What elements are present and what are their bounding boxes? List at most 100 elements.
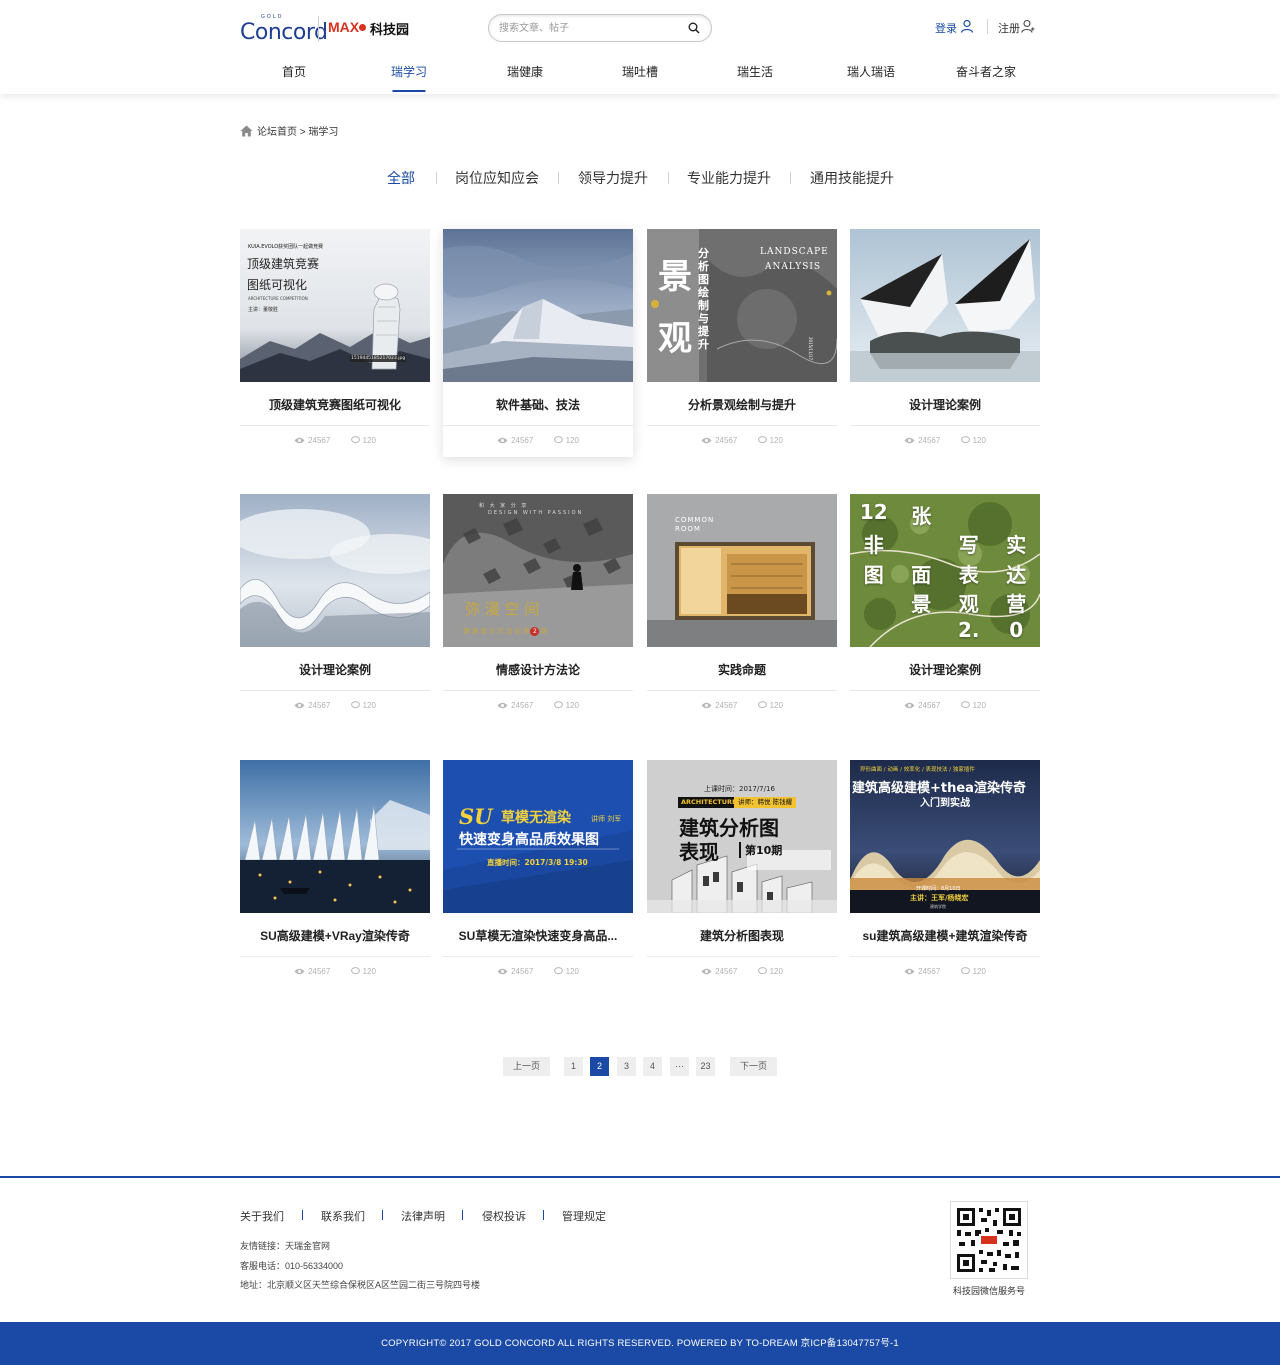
- eye-icon: [904, 437, 915, 444]
- thumb-grid-char: 表: [958, 562, 979, 587]
- next-page-button[interactable]: 下一页: [730, 1057, 777, 1076]
- thumb-grid-char: 2.: [957, 617, 980, 642]
- course-thumbnail[interactable]: 景 观 分析图绘制与提升 LANDSCAPE ANALYSIS 2015/11/…: [647, 229, 837, 382]
- course-thumbnail[interactable]: 12 张 非 写 实 图 面 表 达 景 观 营 2. 0: [850, 494, 1040, 647]
- footer-link-rules[interactable]: 管理规定: [562, 1208, 606, 1224]
- comment-icon: [757, 967, 767, 975]
- page-button[interactable]: 3: [617, 1057, 636, 1076]
- nav-item-learning[interactable]: 瑞学习: [391, 63, 427, 94]
- course-thumbnail[interactable]: SU 草模无渲染 讲师 刘军 快速变身高品质效果图 直播时间：2017/3/8 …: [443, 760, 633, 913]
- concord-logo[interactable]: GOLD Concord: [240, 14, 328, 45]
- search-icon[interactable]: [688, 22, 700, 34]
- comment-icon: [757, 701, 767, 709]
- course-thumbnail[interactable]: [240, 760, 430, 913]
- course-card[interactable]: 异形曲面 / 动画 / 效率化 / 表现技法 / 独家插件 建筑高级建模+the…: [850, 760, 1040, 988]
- login-link[interactable]: 登录: [935, 20, 957, 36]
- breadcrumb-home[interactable]: 论坛首页: [257, 127, 297, 138]
- card-title[interactable]: SU草模无渲染快速变身高品...: [443, 927, 633, 944]
- comment-count-value: 120: [972, 701, 986, 710]
- tab-all[interactable]: 全部: [387, 168, 415, 188]
- nav-item-life[interactable]: 瑞生活: [737, 63, 773, 94]
- course-card[interactable]: 软件基础、技法 24567 120: [443, 229, 633, 457]
- course-card[interactable]: 设计理论案例 24567 120: [850, 229, 1040, 457]
- tab-professional[interactable]: 专业能力提升: [687, 168, 771, 188]
- course-card[interactable]: 景 观 分析图绘制与提升 LANDSCAPE ANALYSIS 2015/11/…: [647, 229, 837, 457]
- card-title[interactable]: 建筑分析图表现: [647, 927, 837, 944]
- course-thumbnail[interactable]: 异形曲面 / 动画 / 效率化 / 表现技法 / 独家插件 建筑高级建模+the…: [850, 760, 1040, 913]
- course-thumbnail[interactable]: [443, 229, 633, 382]
- page-button[interactable]: 1: [564, 1057, 583, 1076]
- comment-count-value: 120: [362, 701, 376, 710]
- tab-general-skills[interactable]: 通用技能提升: [810, 168, 894, 188]
- wechat-qr-code: [950, 1201, 1028, 1279]
- max-logo[interactable]: MAX: [328, 19, 368, 35]
- course-card[interactable]: SU高级建模+VRay渲染传奇 24567 120: [240, 760, 430, 988]
- nav-item-health[interactable]: 瑞健康: [507, 63, 543, 94]
- card-title[interactable]: 情感设计方法论: [443, 661, 633, 678]
- view-count-value: 24567: [308, 701, 331, 710]
- course-card[interactable]: 设计理论案例 24567 120: [240, 494, 430, 722]
- tab-leadership[interactable]: 领导力提升: [578, 168, 648, 188]
- card-title[interactable]: 设计理论案例: [850, 661, 1040, 678]
- course-thumbnail[interactable]: KUIA.EVOLO获奖团队一起做竞赛 顶级建筑竞赛 图纸可视化 ARCHITE…: [240, 229, 430, 382]
- course-card[interactable]: SU 草模无渲染 讲师 刘军 快速变身高品质效果图 直播时间：2017/3/8 …: [443, 760, 633, 988]
- card-title[interactable]: 顶级建筑竞赛图纸可视化: [240, 396, 430, 413]
- card-title[interactable]: 软件基础、技法: [443, 396, 633, 413]
- page-button[interactable]: 23: [696, 1057, 715, 1076]
- comment-count-value: 120: [362, 436, 376, 445]
- card-title[interactable]: 设计理论案例: [850, 396, 1040, 413]
- nav-item-home[interactable]: 首页: [282, 63, 306, 94]
- friend-links[interactable]: 友情链接：天瑞金官网: [240, 1239, 330, 1252]
- search-box[interactable]: [488, 14, 712, 42]
- thumb-heading-2: 入门到实战: [920, 798, 970, 809]
- course-thumbnail[interactable]: COMMON ROOM: [647, 494, 837, 647]
- tab-position-knowledge[interactable]: 岗位应知应会: [455, 168, 539, 188]
- home-icon[interactable]: [240, 125, 253, 137]
- course-card[interactable]: KUIA.EVOLO获奖团队一起做竞赛 顶级建筑竞赛 图纸可视化 ARCHITE…: [240, 229, 430, 457]
- nav-item-complain[interactable]: 瑞吐槽: [622, 63, 658, 94]
- course-thumbnail[interactable]: [850, 229, 1040, 382]
- card-title[interactable]: 实践命题: [647, 661, 837, 678]
- card-divider: [647, 690, 837, 691]
- card-title[interactable]: SU高级建模+VRay渲染传奇: [240, 927, 430, 944]
- footer-link-separator: [382, 1210, 383, 1220]
- breadcrumb: 论坛首页 > 瑞学习: [240, 123, 338, 138]
- card-title[interactable]: 分析景观绘制与提升: [647, 396, 837, 413]
- course-thumbnail[interactable]: 上课时间：2017/7/16 ARCHITECTURE 讲师：韩悦 陈钱耀 建筑…: [647, 760, 837, 913]
- view-count: 24567: [904, 967, 940, 976]
- course-thumbnail[interactable]: [240, 494, 430, 647]
- view-count: 24567: [294, 701, 330, 710]
- course-thumbnail[interactable]: 和 大 家 分 享 DESIGN WITH PASSION 弥 漫 空 间 情 …: [443, 494, 633, 647]
- eye-icon: [294, 702, 305, 709]
- nav-item-strivers[interactable]: 奋斗者之家: [956, 63, 1016, 94]
- register-link[interactable]: 注册: [998, 20, 1020, 36]
- view-count-value: 24567: [715, 701, 738, 710]
- page-button-current[interactable]: 2: [590, 1057, 609, 1076]
- footer-link-about[interactable]: 关于我们: [240, 1208, 284, 1224]
- card-divider: [850, 690, 1040, 691]
- prev-page-button[interactable]: 上一页: [503, 1057, 550, 1076]
- eye-icon: [497, 968, 508, 975]
- thumb-grid-char: 达: [1006, 562, 1027, 587]
- card-title[interactable]: su建筑高级建模+建筑渲染传奇: [850, 927, 1040, 944]
- card-stats: 24567 120: [240, 436, 430, 445]
- user-icon[interactable]: [960, 19, 974, 33]
- course-card[interactable]: 12 张 非 写 实 图 面 表 达 景 观 营 2. 0 设计理论案例 24567 120: [850, 494, 1040, 722]
- footer-link-contact[interactable]: 联系我们: [321, 1208, 365, 1224]
- thumb-heading-2: 表现: [679, 840, 719, 864]
- eye-icon: [701, 702, 712, 709]
- nav-item-talk[interactable]: 瑞人瑞语: [847, 63, 895, 94]
- add-user-icon[interactable]: [1021, 19, 1035, 33]
- course-card[interactable]: COMMON ROOM 实践命题 24567 120: [647, 494, 837, 722]
- comment-icon: [757, 436, 767, 444]
- course-card[interactable]: 和 大 家 分 享 DESIGN WITH PASSION 弥 漫 空 间 情 …: [443, 494, 633, 722]
- page-button[interactable]: 4: [643, 1057, 662, 1076]
- thumb-subtitle: ARCHITECTURE COMPETITION: [248, 296, 308, 301]
- thumb-grid-char: 营: [1006, 592, 1027, 617]
- footer-link-legal[interactable]: 法律声明: [401, 1208, 445, 1224]
- footer-link-infringement[interactable]: 侵权投诉: [482, 1208, 526, 1224]
- card-title[interactable]: 设计理论案例: [240, 661, 430, 678]
- search-input[interactable]: [499, 20, 679, 37]
- thumb-speaker: 主讲：董敬胜: [248, 307, 279, 313]
- course-card[interactable]: 上课时间：2017/7/16 ARCHITECTURE 讲师：韩悦 陈钱耀 建筑…: [647, 760, 837, 988]
